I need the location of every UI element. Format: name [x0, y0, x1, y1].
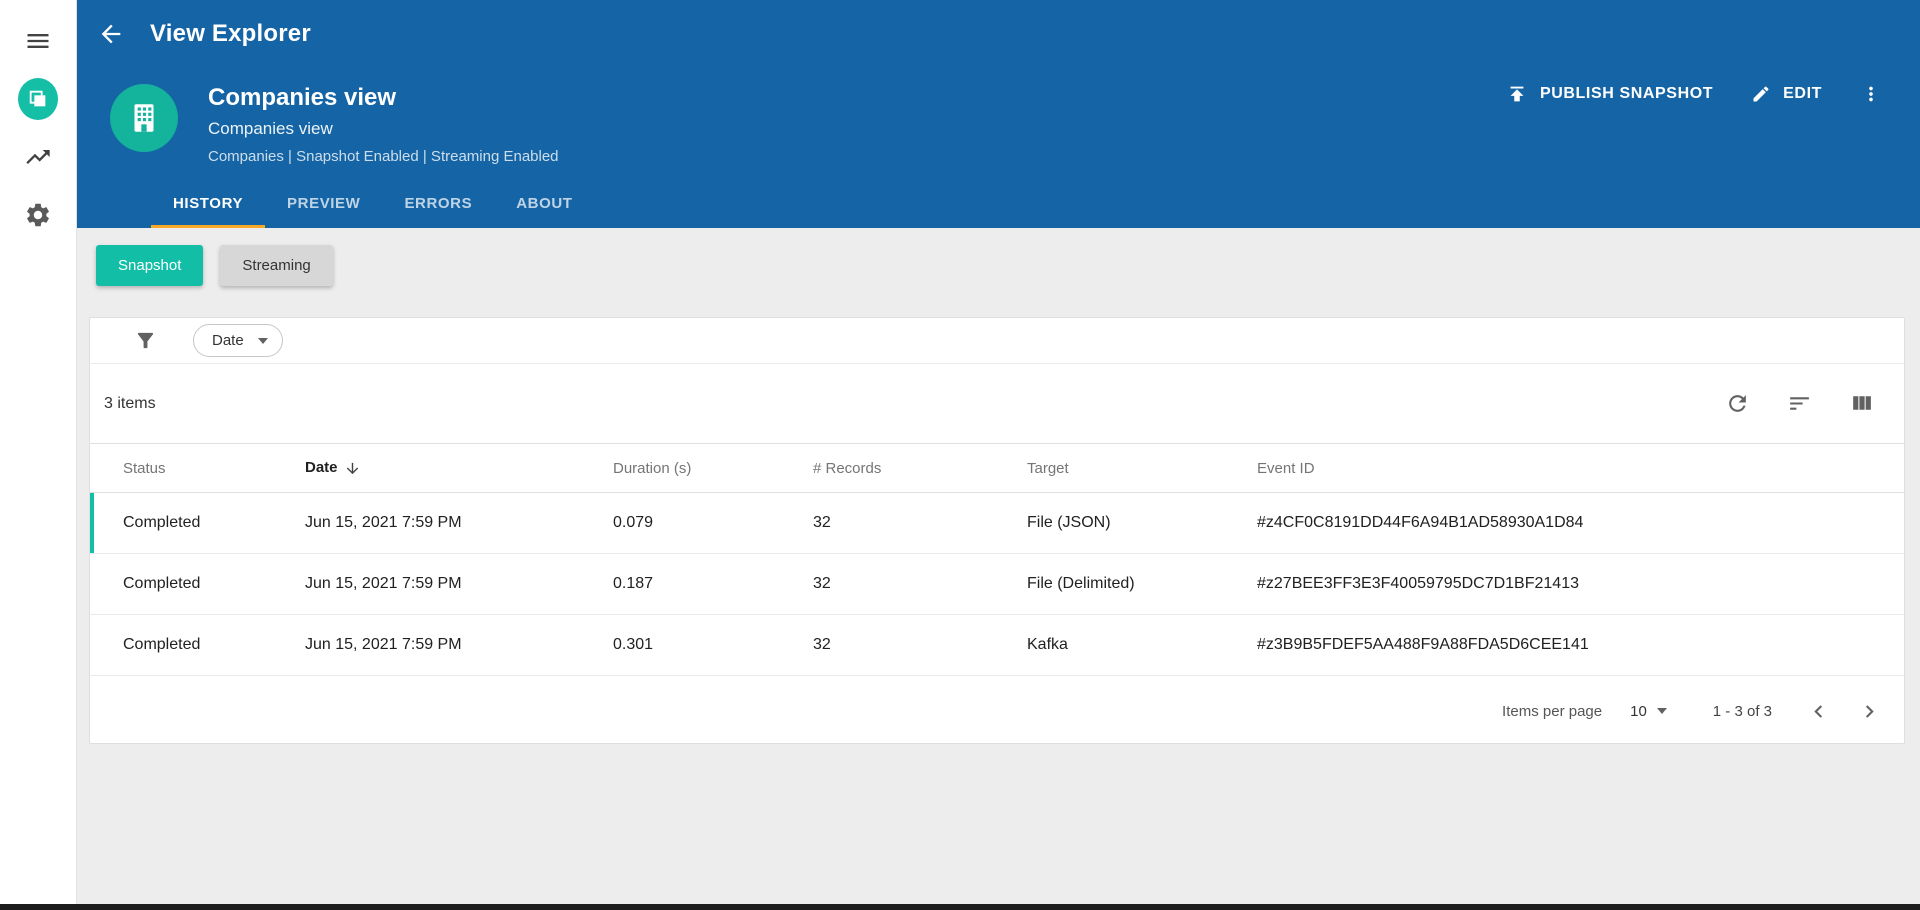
cell-event-id: #z4CF0C8191DD44F6A94B1AD58930A1D84 — [1257, 492, 1904, 554]
table-row[interactable]: Completed Jun 15, 2021 7:59 PM 0.301 32 … — [90, 614, 1904, 676]
column-header-event-id[interactable]: Event ID — [1257, 443, 1904, 493]
pagination-bar: Items per page 10 1 - 3 of 3 — [90, 676, 1904, 746]
cell-target: File (Delimited) — [1027, 553, 1257, 615]
back-arrow-icon[interactable] — [97, 20, 125, 48]
items-per-page-label: Items per page — [1502, 702, 1603, 720]
column-header-status[interactable]: Status — [90, 443, 305, 493]
date-filter-label: Date — [212, 332, 244, 349]
filter-bar: Date — [90, 318, 1904, 363]
cell-duration: 0.079 — [613, 492, 813, 554]
content-area: Snapshot Streaming Date 3 items Status D… — [77, 228, 1920, 904]
publish-snapshot-button[interactable]: PUBLISH SNAPSHOT — [1506, 83, 1713, 105]
table-row[interactable]: Completed Jun 15, 2021 7:59 PM 0.187 32 … — [90, 553, 1904, 615]
cell-date: Jun 15, 2021 7:59 PM — [305, 553, 613, 615]
menu-icon[interactable] — [18, 21, 58, 61]
cell-event-id: #z27BEE3FF3E3F40059795DC7D1BF21413 — [1257, 553, 1904, 615]
building-icon — [134, 104, 154, 132]
column-header-date[interactable]: Date — [305, 443, 613, 493]
history-card: Date 3 items Status Date Duration (s) # … — [89, 317, 1905, 744]
table-tools — [1725, 391, 1874, 416]
app-window: View Explorer Companies view Companies v… — [0, 0, 1920, 904]
entity-title: Companies view — [208, 84, 397, 111]
edit-label: EDIT — [1783, 85, 1822, 102]
streaming-toggle-button[interactable]: Streaming — [220, 245, 333, 286]
mode-toggles: Snapshot Streaming — [96, 245, 1905, 286]
cell-records: 32 — [813, 553, 1027, 615]
pagination-range: 1 - 3 of 3 — [1712, 702, 1772, 720]
cell-records: 32 — [813, 492, 1027, 554]
cell-duration: 0.301 — [613, 614, 813, 676]
company-avatar — [110, 84, 178, 152]
cell-records: 32 — [813, 614, 1027, 676]
snapshot-toggle-button[interactable]: Snapshot — [96, 245, 204, 286]
cell-event-id: #z3B9B5FDEF5AA488F9A88FDA5D6CEE141 — [1257, 614, 1904, 676]
previous-page-icon[interactable] — [1806, 699, 1831, 724]
column-header-records[interactable]: # Records — [813, 443, 1027, 493]
items-count: 3 items — [104, 394, 156, 412]
publish-snapshot-label: PUBLISH SNAPSHOT — [1539, 85, 1714, 102]
horizontal-scrollbar[interactable] — [0, 904, 1920, 910]
publish-icon — [1510, 86, 1524, 102]
overflow-menu-icon[interactable] — [1860, 83, 1882, 105]
cell-target: File (JSON) — [1027, 492, 1257, 554]
cell-target: Kafka — [1027, 614, 1257, 676]
columns-icon[interactable] — [1849, 391, 1874, 416]
entity-meta: Companies | Snapshot Enabled | Streaming… — [208, 148, 559, 165]
page-header: View Explorer Companies view Companies v… — [77, 0, 1920, 228]
column-header-target[interactable]: Target — [1027, 443, 1257, 493]
tab-preview[interactable]: PREVIEW — [265, 182, 382, 228]
table-row[interactable]: Completed Jun 15, 2021 7:59 PM 0.079 32 … — [90, 492, 1904, 554]
tab-about[interactable]: ABOUT — [494, 182, 594, 228]
entity-subtitle: Companies view — [208, 119, 333, 138]
main-column: View Explorer Companies view Companies v… — [77, 0, 1920, 904]
chevron-down-icon — [257, 337, 268, 344]
tab-history[interactable]: HISTORY — [151, 182, 266, 228]
cell-duration: 0.187 — [613, 553, 813, 615]
cell-status: Completed — [90, 492, 305, 554]
cell-date: Jun 15, 2021 7:59 PM — [305, 492, 613, 554]
sort-desc-arrow-icon — [346, 462, 358, 474]
refresh-icon[interactable] — [1725, 391, 1750, 416]
header-actions: PUBLISH SNAPSHOT EDIT — [1506, 72, 1882, 116]
entity-summary: Companies view Companies view Companies … — [110, 84, 559, 165]
cell-date: Jun 15, 2021 7:59 PM — [305, 614, 613, 676]
history-table: Status Date Duration (s) # Records Targe… — [90, 443, 1904, 676]
sort-icon[interactable] — [1787, 391, 1812, 416]
table-header-row: Status Date Duration (s) # Records Targe… — [90, 443, 1904, 493]
trending-chart-icon[interactable] — [18, 137, 58, 177]
tab-bar: HISTORY PREVIEW ERRORS ABOUT — [151, 182, 595, 228]
page-title: View Explorer — [150, 20, 311, 47]
edit-button[interactable]: EDIT — [1751, 84, 1822, 104]
column-header-duration[interactable]: Duration (s) — [613, 443, 813, 493]
pencil-icon — [1753, 86, 1769, 102]
top-bar: View Explorer — [97, 20, 311, 48]
left-icon-rail — [0, 0, 77, 904]
table-summary-bar: 3 items — [90, 363, 1904, 443]
items-per-page-select[interactable]: 10 — [1630, 703, 1667, 720]
cell-status: Completed — [90, 553, 305, 615]
tab-errors[interactable]: ERRORS — [382, 182, 494, 228]
entity-text: Companies view Companies view Companies … — [208, 84, 559, 165]
date-filter-chip[interactable]: Date — [193, 324, 283, 357]
settings-gear-icon[interactable] — [18, 195, 58, 235]
next-page-icon[interactable] — [1857, 699, 1882, 724]
app-logo-circle — [18, 78, 58, 120]
filter-funnel-icon[interactable] — [134, 329, 157, 352]
cell-status: Completed — [90, 614, 305, 676]
app-logo-icon[interactable] — [18, 78, 58, 120]
chevron-down-icon — [1656, 708, 1667, 714]
items-per-page-value: 10 — [1630, 702, 1647, 720]
